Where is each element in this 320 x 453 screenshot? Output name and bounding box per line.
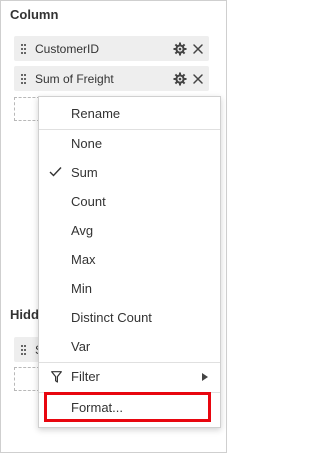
menu-item-label: Var bbox=[71, 339, 91, 354]
filter-icon bbox=[51, 371, 62, 383]
column-section-title: Column bbox=[10, 7, 59, 22]
close-icon[interactable] bbox=[191, 72, 205, 86]
chip-label: Sum of Freight bbox=[35, 71, 114, 86]
menu-item-label: Max bbox=[71, 252, 96, 267]
menu-item-var[interactable]: Var bbox=[39, 332, 220, 361]
menu-item-label: Distinct Count bbox=[71, 310, 152, 325]
hidden-drop-zone[interactable] bbox=[14, 367, 40, 391]
format-highlight-box bbox=[44, 392, 211, 422]
menu-item-label: Avg bbox=[71, 223, 94, 238]
menu-item-sum[interactable]: Sum bbox=[39, 158, 220, 187]
submenu-arrow-icon bbox=[202, 373, 208, 381]
menu-item-count[interactable]: Count bbox=[39, 187, 220, 216]
menu-item-none[interactable]: None bbox=[39, 129, 220, 158]
menu-item-label: Sum bbox=[71, 165, 98, 180]
menu-item-label: Min bbox=[71, 281, 92, 296]
menu-item-distinct-count[interactable]: Distinct Count bbox=[39, 303, 220, 332]
customerid-field-chip[interactable]: CustomerID bbox=[14, 36, 209, 61]
drag-handle-icon[interactable] bbox=[21, 73, 26, 84]
sum-of-freight-field-chip[interactable]: Sum of Freight bbox=[14, 66, 209, 91]
menu-item-label: Rename bbox=[71, 106, 121, 121]
field-context-menu: Rename None Sum Count Avg Max Min Distin… bbox=[38, 96, 221, 428]
menu-item-min[interactable]: Min bbox=[39, 274, 220, 303]
menu-item-rename[interactable]: Rename bbox=[39, 99, 220, 128]
checkmark-icon bbox=[49, 167, 62, 177]
settings-gear-icon[interactable] bbox=[173, 72, 187, 86]
menu-item-label: Filter bbox=[71, 369, 100, 384]
menu-item-filter[interactable]: Filter bbox=[39, 362, 220, 391]
menu-item-avg[interactable]: Avg bbox=[39, 216, 220, 245]
menu-item-label: None bbox=[71, 136, 103, 151]
hidden-section-title: Hidd bbox=[10, 307, 39, 322]
drag-handle-icon[interactable] bbox=[21, 344, 26, 355]
column-drop-zone[interactable] bbox=[14, 97, 40, 121]
close-icon[interactable] bbox=[191, 42, 205, 56]
menu-item-label: Count bbox=[71, 194, 106, 209]
drag-handle-icon[interactable] bbox=[21, 43, 26, 54]
settings-gear-icon[interactable] bbox=[173, 42, 187, 56]
menu-item-max[interactable]: Max bbox=[39, 245, 220, 274]
chip-label: CustomerID bbox=[35, 41, 100, 56]
